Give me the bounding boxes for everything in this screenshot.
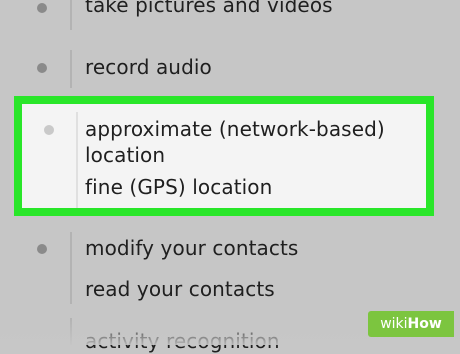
- permission-location-approximate-cont: location: [85, 143, 166, 167]
- row-divider: [70, 232, 72, 304]
- bullet-icon: [37, 3, 47, 13]
- watermark-wiki: wiki: [380, 316, 408, 332]
- permission-contacts-read: read your contacts: [85, 277, 275, 301]
- bullet-icon: [37, 244, 47, 254]
- permission-location-fine: fine (GPS) location: [85, 175, 273, 199]
- wikihow-watermark: wiki How: [368, 311, 454, 337]
- row-divider: [76, 112, 78, 208]
- permission-location-approximate: approximate (network-based): [85, 117, 385, 141]
- permission-microphone-label: record audio: [85, 55, 212, 79]
- row-divider: [70, 0, 72, 30]
- bullet-icon: [44, 125, 54, 135]
- permission-camera-label: take pictures and videos: [85, 0, 333, 17]
- permission-contacts-modify: modify your contacts: [85, 236, 299, 260]
- bullet-icon: [37, 63, 47, 73]
- row-divider: [70, 50, 72, 88]
- permissions-screen: take pictures and videos record audio ap…: [0, 0, 460, 353]
- watermark-how: How: [407, 316, 442, 332]
